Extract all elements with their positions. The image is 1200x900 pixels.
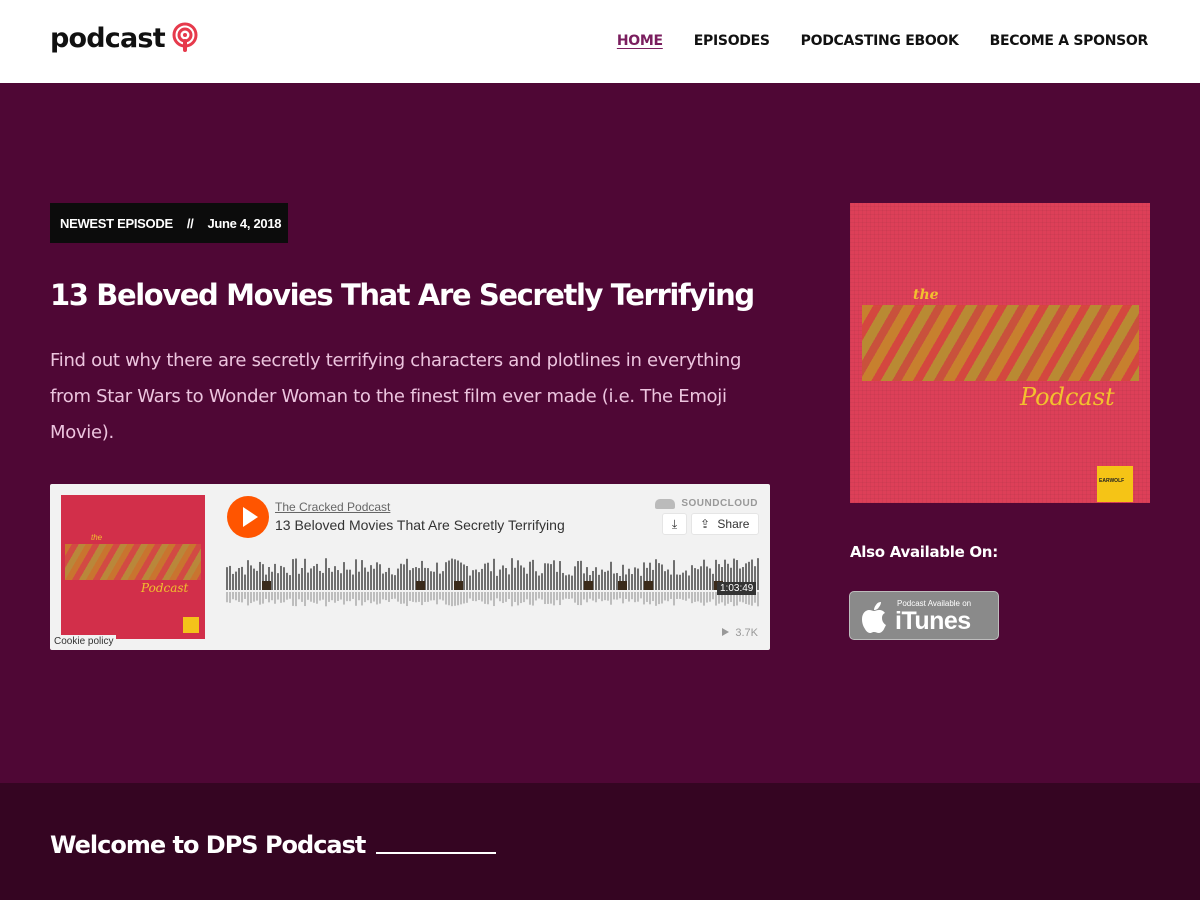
badge-label: NEWEST EPISODE <box>60 215 173 231</box>
welcome-title: Welcome to DPS Podcast <box>50 831 366 859</box>
soundcloud-player: the Podcast Cookie policy The Cracked Po… <box>50 484 770 650</box>
soundcloud-icon <box>655 498 676 509</box>
podcast-icon <box>172 22 198 52</box>
welcome-section: Welcome to DPS Podcast <box>0 783 1200 900</box>
soundcloud-logo[interactable]: SOUNDCLOUD <box>655 498 758 509</box>
player-track-title[interactable]: 13 Beloved Movies That Are Secretly Terr… <box>275 517 565 533</box>
newest-episode-badge: NEWEST EPISODE // June 4, 2018 <box>50 203 288 243</box>
artwork-band <box>65 544 201 580</box>
earwolf-logo: EARWOLF <box>1097 466 1133 502</box>
play-count-icon <box>722 628 730 636</box>
track-duration: 1:03:49 <box>717 582 757 595</box>
download-button[interactable]: ⤓ <box>662 513 687 535</box>
nav-episodes[interactable]: EPISODES <box>694 33 770 49</box>
play-button[interactable] <box>227 496 269 538</box>
hero-section: NEWEST EPISODE // June 4, 2018 13 Belove… <box>0 83 1200 783</box>
play-count: 3.7K <box>722 627 758 639</box>
nav-podcasting-ebook[interactable]: PODCASTING EBOOK <box>801 33 959 49</box>
nav-home[interactable]: HOME <box>617 33 663 49</box>
artwork-earwolf-mark <box>183 617 199 633</box>
player-artwork[interactable]: the Podcast <box>61 495 205 639</box>
episode-title[interactable]: 13 Beloved Movies That Are Secretly Terr… <box>50 275 810 315</box>
itunes-big-text: iTunes <box>895 607 971 635</box>
apple-logo-icon <box>862 602 886 633</box>
waveform[interactable] <box>226 556 760 612</box>
also-available-heading: Also Available On: <box>850 543 998 561</box>
soundcloud-brand-text: SOUNDCLOUD <box>681 498 758 509</box>
cover-podcast-text: Podcast <box>1020 383 1115 411</box>
podcast-cover-art[interactable]: the Podcast EARWOLF <box>850 203 1150 503</box>
download-icon: ⤓ <box>671 517 678 531</box>
main-nav: HOME EPISODES PODCASTING EBOOK BECOME A … <box>586 33 1148 49</box>
share-icon: ⇪ <box>700 517 711 531</box>
artwork-the-text: the <box>91 533 103 542</box>
cover-the-text: the <box>913 287 939 303</box>
cover-band <box>862 305 1139 381</box>
episode-description: Find out why there are secretly terrifyi… <box>50 350 742 443</box>
cookie-policy-link[interactable]: Cookie policy <box>51 635 117 648</box>
site-logo[interactable]: podcast <box>50 22 199 54</box>
logo-text: podcast <box>50 22 166 54</box>
player-user-link[interactable]: The Cracked Podcast <box>275 500 390 514</box>
nav-become-a-sponsor[interactable]: BECOME A SPONSOR <box>990 33 1149 49</box>
badge-separator: // <box>186 215 194 231</box>
itunes-badge[interactable]: Podcast Available on iTunes <box>849 591 999 640</box>
badge-date: June 4, 2018 <box>207 215 282 231</box>
share-button[interactable]: ⇪ Share <box>691 513 759 535</box>
artwork-podcast-text: Podcast <box>141 581 189 595</box>
site-header: podcast HOME EPISODES PODCASTING EBOOK B… <box>0 0 1200 83</box>
welcome-divider <box>376 852 496 854</box>
play-count-value: 3.7K <box>735 627 758 639</box>
share-label: Share <box>717 517 750 531</box>
